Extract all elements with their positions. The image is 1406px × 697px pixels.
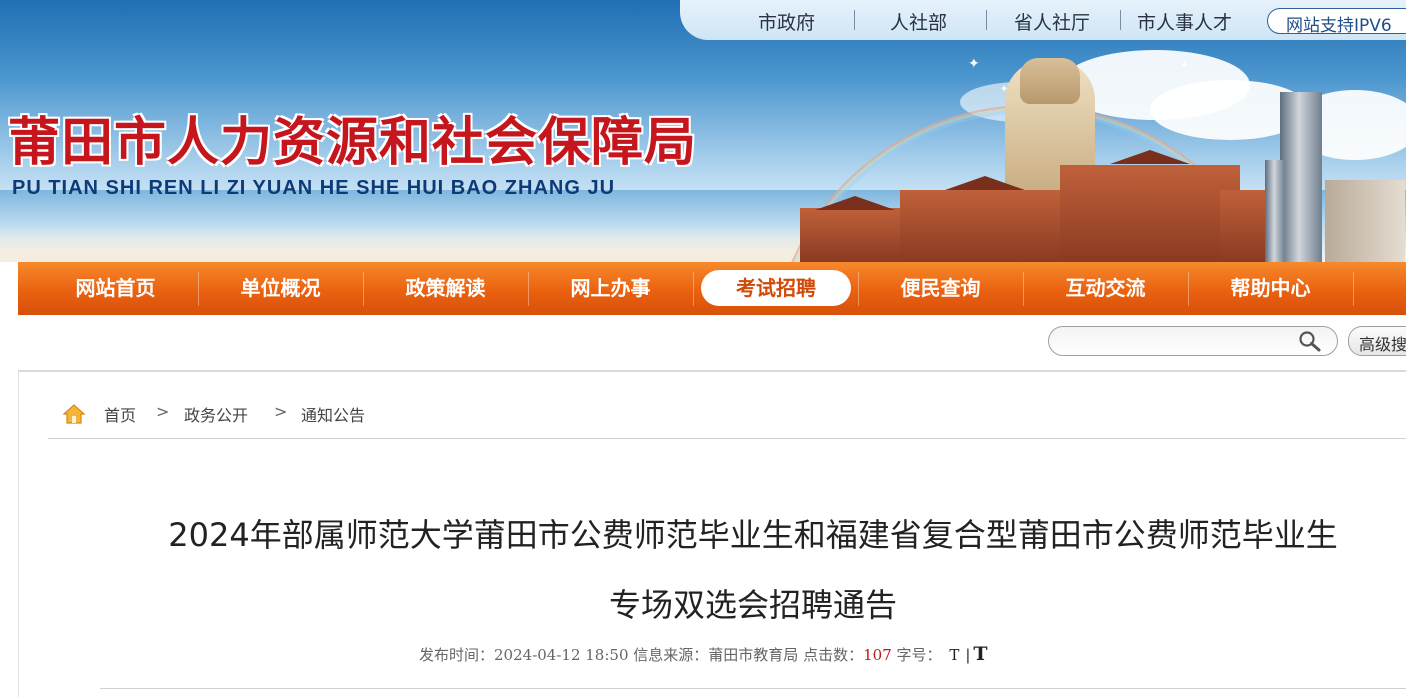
font-size-small-button[interactable]: T xyxy=(949,646,959,664)
breadcrumb-separator: > xyxy=(274,402,288,421)
nav-item-help[interactable]: 帮助中心 xyxy=(1188,262,1353,315)
top-link-city-talent[interactable]: 市人事人才 xyxy=(1137,8,1232,35)
source-value: 莆田市教育局 xyxy=(708,646,799,664)
temple-roof xyxy=(815,196,895,210)
click-count: 107 xyxy=(863,646,892,664)
advanced-search-button[interactable]: 高级搜索 xyxy=(1348,326,1406,356)
temple-building xyxy=(800,208,910,262)
sparkle-icon: ✦ xyxy=(968,56,980,72)
nav-item-policy[interactable]: 政策解读 xyxy=(363,262,528,315)
article-meta: 发布时间：2024-04-12 18:50 信息来源：莆田市教育局 点击数：10… xyxy=(419,643,988,665)
sparkle-icon: ✦ xyxy=(1180,60,1189,71)
nav-item-home[interactable]: 网站首页 xyxy=(33,262,198,315)
article-divider xyxy=(100,688,1406,689)
font-size-divider: | xyxy=(965,646,971,664)
nav-item-exam-recruit[interactable]: 考试招聘 xyxy=(701,270,851,306)
site-title: 莆田市人力资源和社会保障局 xyxy=(8,112,698,173)
article-title-line2: 专场双选会招聘通告 xyxy=(608,586,897,624)
ipv6-badge[interactable]: 网站支持IPV6 xyxy=(1267,8,1406,36)
source-label: 信息来源： xyxy=(633,646,709,664)
site-title-pinyin: PU TIAN SHI REN LI ZI YUAN HE SHE HUI BA… xyxy=(12,177,616,199)
nav-divider xyxy=(693,272,694,306)
breadcrumb-separator: > xyxy=(156,402,170,421)
article-title-line1: 2024年部属师范大学莆田市公费师范毕业生和福建省复合型莆田市公费师范毕业生 xyxy=(168,516,1338,554)
breadcrumb-notices[interactable]: 通知公告 xyxy=(301,402,365,426)
publish-time: 2024-04-12 18:50 xyxy=(494,646,629,664)
top-link-divider xyxy=(1120,10,1121,30)
nav-item-interaction[interactable]: 互动交流 xyxy=(1023,262,1188,315)
city-building xyxy=(1325,180,1405,262)
breadcrumb-home[interactable]: 首页 xyxy=(104,402,136,426)
top-link-divider xyxy=(854,10,855,30)
temple-roof xyxy=(1110,150,1190,164)
font-size-large-button[interactable]: T xyxy=(973,643,987,665)
clicks-label: 点击数： xyxy=(803,646,864,664)
nav-divider xyxy=(1353,272,1354,306)
main-nav: 网站首页 单位概况 政策解读 网上办事 考试招聘 便民查询 互动交流 帮助中心 xyxy=(18,262,1406,315)
top-link-mohrss[interactable]: 人社部 xyxy=(890,8,947,35)
temple-building xyxy=(1060,165,1240,262)
nav-item-online-service[interactable]: 网上办事 xyxy=(528,262,693,315)
font-size-label: 字号： xyxy=(896,646,942,664)
home-icon xyxy=(62,404,86,424)
skyscraper xyxy=(1265,160,1285,262)
nav-item-public-query[interactable]: 便民查询 xyxy=(858,262,1023,315)
skyscraper xyxy=(1280,92,1322,262)
top-link-city-gov[interactable]: 市政府 xyxy=(758,8,815,35)
header-banner: ✦ ✦ ✦ 市政府 人社部 省人社厅 市人事人才 网站支持IPV6 莆田市人力资… xyxy=(0,0,1406,262)
breadcrumb-gov-affairs[interactable]: 政务公开 xyxy=(184,402,248,426)
publish-time-label: 发布时间： xyxy=(419,646,495,664)
breadcrumb: 首页 > 政务公开 > 通知公告 xyxy=(48,392,1406,439)
article-title: 2024年部属师范大学莆田市公费师范毕业生和福建省复合型莆田市公费师范毕业生 专… xyxy=(100,500,1406,640)
search-input[interactable] xyxy=(1048,326,1338,356)
temple-building xyxy=(900,190,1070,262)
top-link-province-hrss[interactable]: 省人社厅 xyxy=(1014,8,1090,35)
temple-roof xyxy=(945,176,1025,190)
nav-item-about[interactable]: 单位概况 xyxy=(198,262,363,315)
search-icon[interactable] xyxy=(1298,330,1322,352)
top-link-divider xyxy=(986,10,987,30)
banner-beach xyxy=(0,225,820,262)
mazu-statue-crown xyxy=(1020,58,1080,104)
